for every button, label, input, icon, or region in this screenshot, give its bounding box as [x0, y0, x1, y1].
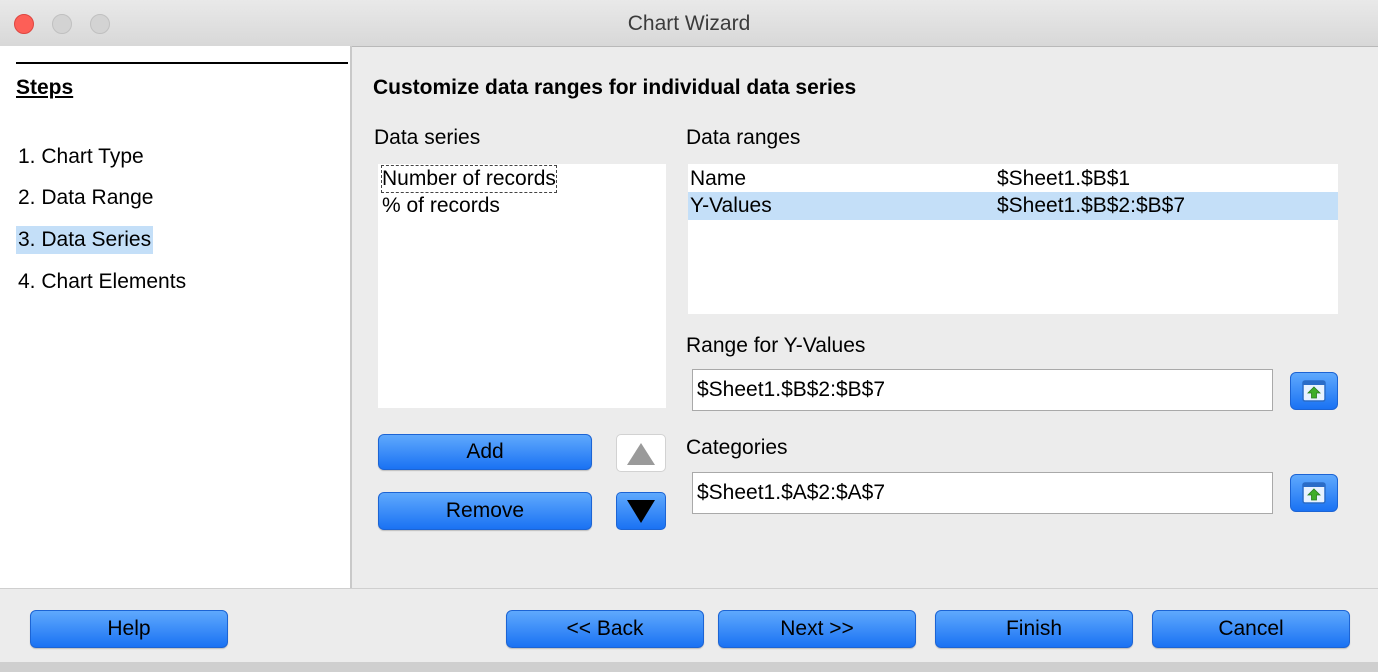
finish-button[interactable]: Finish [935, 610, 1133, 648]
chart-wizard-dialog: Chart Wizard Steps 1. Chart Type 2. Data… [0, 0, 1378, 663]
select-range-y-values-button[interactable] [1290, 372, 1338, 410]
data-ranges-label: Data ranges [686, 126, 801, 149]
next-button[interactable]: Next >> [718, 610, 916, 648]
range-row-name-value: $Sheet1.$B$1 [997, 167, 1131, 190]
title-bar: Chart Wizard [0, 0, 1378, 47]
series-item-percent-of-records[interactable]: % of records [382, 193, 500, 219]
step-data-series[interactable]: 3. Data Series [16, 226, 154, 254]
steps-sidebar: Steps 1. Chart Type 2. Data Range 3. Dat… [0, 46, 352, 588]
select-range-icon [1302, 482, 1326, 504]
range-row-name-label: Name [690, 167, 747, 190]
range-for-y-values-label: Range for Y-Values [686, 334, 866, 357]
range-row-name[interactable]: Name $Sheet1.$B$1 [688, 165, 1338, 193]
steps-divider [16, 62, 348, 64]
remove-series-button[interactable]: Remove [378, 492, 592, 530]
data-series-label: Data series [374, 126, 481, 149]
range-for-y-values-input[interactable]: $Sheet1.$B$2:$B$7 [692, 369, 1273, 411]
help-button[interactable]: Help [30, 610, 228, 648]
range-row-y-values-value: $Sheet1.$B$2:$B$7 [997, 194, 1185, 217]
step-chart-elements[interactable]: 4. Chart Elements [16, 268, 188, 296]
categories-input[interactable]: $Sheet1.$A$2:$A$7 [692, 472, 1273, 514]
main-panel: Customize data ranges for individual dat… [352, 46, 1378, 588]
categories-label: Categories [686, 436, 788, 459]
select-range-icon [1302, 380, 1326, 402]
back-button[interactable]: << Back [506, 610, 704, 648]
range-row-y-values[interactable]: Y-Values $Sheet1.$B$2:$B$7 [688, 192, 1338, 220]
steps-title: Steps [16, 76, 74, 99]
dialog-footer: Help << Back Next >> Finish Cancel [0, 588, 1378, 663]
move-series-down-button[interactable] [616, 492, 666, 530]
add-series-button[interactable]: Add [378, 434, 592, 470]
background-spreadsheet-edge [0, 662, 1378, 672]
arrow-up-icon [627, 443, 655, 465]
move-series-up-button[interactable] [616, 434, 666, 472]
data-series-list[interactable]: Number of records % of records [378, 164, 666, 408]
window-title: Chart Wizard [627, 12, 751, 35]
select-range-categories-button[interactable] [1290, 474, 1338, 512]
series-item-number-of-records[interactable]: Number of records [381, 165, 557, 193]
cancel-button[interactable]: Cancel [1152, 610, 1350, 648]
step-data-range[interactable]: 2. Data Range [16, 184, 155, 212]
step-chart-type[interactable]: 1. Chart Type [16, 143, 146, 171]
page-heading: Customize data ranges for individual dat… [373, 76, 857, 99]
arrow-down-icon [627, 500, 655, 523]
range-row-y-values-label: Y-Values [690, 194, 772, 217]
data-ranges-list[interactable]: Name $Sheet1.$B$1 Y-Values $Sheet1.$B$2:… [688, 164, 1338, 314]
